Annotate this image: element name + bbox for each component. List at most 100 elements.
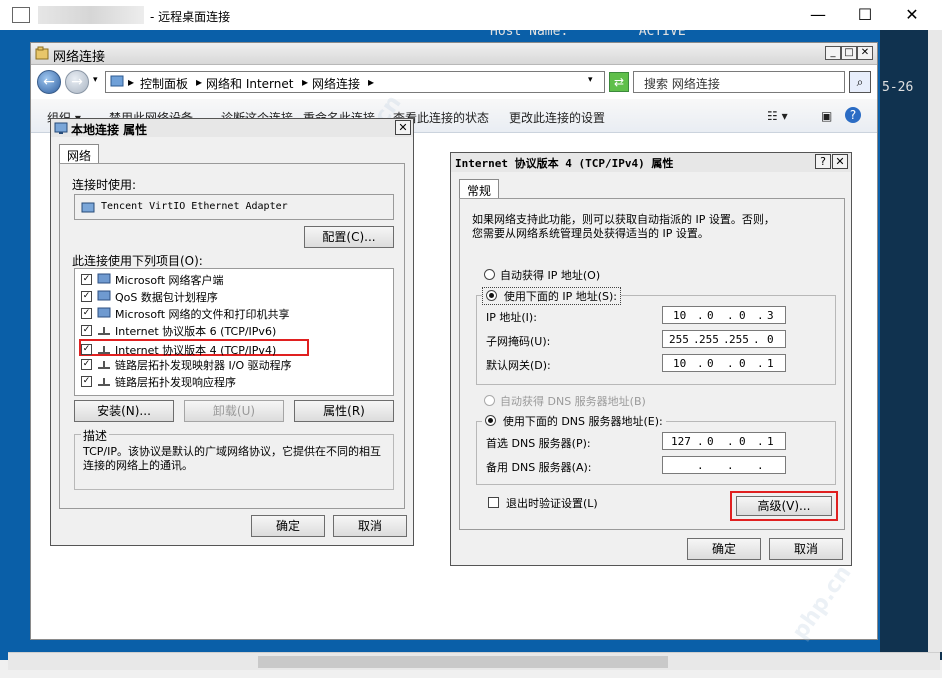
validate-checkbox[interactable]: [488, 497, 499, 508]
lprops-ok-button[interactable]: 确定: [251, 515, 325, 537]
view-options-icon[interactable]: ☷ ▾: [767, 109, 788, 123]
description-text: TCP/IP。该协议是默认的广域网络协议，它提供在不同的相互连接的网络上的通讯。: [83, 445, 381, 472]
manual-dns-radio[interactable]: [485, 415, 496, 426]
network-client-icon: [97, 273, 111, 284]
gateway-field[interactable]: 10. 0. 0. 1: [662, 354, 786, 372]
checkbox[interactable]: ✓: [81, 359, 92, 370]
install-button[interactable]: 安装(N)...: [74, 400, 174, 422]
network-tab-panel: 连接时使用: Tencent VirtIO Ethernet Adapter 配…: [59, 163, 405, 509]
help-icon[interactable]: ?: [845, 107, 861, 123]
net-minimize-button[interactable]: _: [825, 46, 841, 60]
ipv4-ok-button[interactable]: 确定: [687, 538, 761, 560]
list-item[interactable]: ✓ 链路层拓扑发现映射器 I/O 驱动程序: [81, 356, 399, 373]
lprops-cancel-button[interactable]: 取消: [333, 515, 407, 537]
auto-ip-radio[interactable]: [484, 269, 495, 280]
connect-using-label: 连接时使用:: [72, 178, 137, 192]
protocol-icon: [98, 378, 110, 386]
rdp-vertical-scrollbar[interactable]: [928, 30, 942, 652]
rdp-titlebar: - 远程桌面连接 — ☐ ✕: [0, 0, 942, 30]
rdp-horizontal-scrollbar[interactable]: [8, 652, 940, 670]
list-item[interactable]: ✓ QoS 数据包计划程序: [81, 288, 399, 305]
items-list: ✓ Microsoft 网络客户端 ✓ QoS 数据包计划程序 ✓ Microsoft…: [74, 268, 394, 396]
rdp-scroll-thumb[interactable]: [258, 656, 668, 668]
list-item[interactable]: ✓ Internet 协议版本 6 (TCP/IPv6): [81, 322, 399, 339]
net-maximize-button[interactable]: □: [841, 46, 857, 60]
manual-ip-option[interactable]: 使用下面的 IP 地址(S):: [482, 287, 621, 305]
properties-button[interactable]: 属性(R): [294, 400, 394, 422]
history-chevron-icon[interactable]: ▾: [93, 75, 98, 85]
network-folder-icon: [35, 46, 49, 60]
network-window-title: 网络连接: [53, 50, 106, 65]
breadcrumb-control-panel[interactable]: 控制面板: [140, 75, 188, 92]
auto-dns-label: 自动获得 DNS 服务器地址(B): [500, 395, 646, 408]
search-input[interactable]: 搜索 网络连接: [633, 71, 845, 93]
manual-dns-group: [476, 421, 836, 485]
list-item[interactable]: ✓ 链路层拓扑发现响应程序: [81, 373, 399, 390]
address-dropdown-icon[interactable]: ▾: [588, 75, 593, 85]
network-adapter-icon: [54, 122, 68, 134]
toolbar-change-settings[interactable]: 更改此连接的设置: [509, 109, 605, 126]
ipv4-help-button[interactable]: ?: [815, 154, 831, 169]
uninstall-button[interactable]: 卸载(U): [184, 400, 284, 422]
file-sharing-icon: [97, 307, 111, 318]
ip-address-field[interactable]: 10. 0. 0. 3: [662, 306, 786, 324]
search-placeholder: 搜索 网络连接: [644, 77, 720, 91]
breadcrumb-network-internet[interactable]: 网络和 Internet: [206, 75, 293, 92]
back-arrow-icon[interactable]: ←: [37, 70, 61, 94]
items-label: 此连接使用下列项目(O):: [72, 254, 203, 268]
maximize-button[interactable]: ☐: [842, 0, 888, 30]
list-item[interactable]: ✓ Microsoft 网络的文件和打印机共享: [81, 305, 399, 322]
auto-dns-radio[interactable]: [484, 395, 495, 406]
net-close-button[interactable]: ✕: [857, 46, 873, 60]
configure-button[interactable]: 配置(C)...: [304, 226, 394, 248]
ipv4-cancel-button[interactable]: 取消: [769, 538, 843, 560]
lprops-title: 本地连接 属性: [71, 123, 148, 137]
console-date-fragment: 5-26: [882, 80, 914, 95]
manual-dns-label: 使用下面的 DNS 服务器地址(E):: [502, 415, 663, 428]
checkbox[interactable]: ✓: [81, 344, 92, 355]
close-button[interactable]: ✕: [889, 0, 935, 30]
alternate-dns-field[interactable]: . . .: [662, 456, 786, 474]
description-group: 描述 TCP/IP。该协议是默认的广域网络协议，它提供在不同的相互连接的网络上的…: [74, 427, 394, 490]
protocol-icon: [98, 346, 110, 354]
auto-ip-label: 自动获得 IP 地址(O): [500, 269, 601, 282]
forward-arrow-icon[interactable]: →: [65, 70, 89, 94]
lprops-close-button[interactable]: ✕: [395, 120, 411, 135]
subnet-mask-label: 子网掩码(U):: [486, 335, 551, 348]
validate-label: 退出时验证设置(L): [506, 497, 598, 510]
manual-dns-option[interactable]: 使用下面的 DNS 服务器地址(E):: [482, 413, 666, 429]
minimize-button[interactable]: —: [795, 0, 841, 30]
adapter-icon: [81, 202, 95, 213]
control-panel-icon: [110, 74, 124, 91]
subnet-mask-field[interactable]: 255. 255. 255. 0: [662, 330, 786, 348]
ipv4-close-button[interactable]: ✕: [832, 154, 848, 169]
adapter-name: Tencent VirtIO Ethernet Adapter: [101, 201, 288, 212]
rdp-title: - 远程桌面连接: [150, 10, 231, 24]
checkbox[interactable]: ✓: [81, 376, 92, 387]
advanced-button[interactable]: 高级(V)...: [736, 496, 832, 516]
manual-ip-radio[interactable]: [486, 290, 497, 301]
local-connection-properties-dialog: 本地连接 属性 ✕ 网络 连接时使用: Tencent VirtIO Ether…: [50, 118, 414, 546]
preferred-dns-field[interactable]: 127. 0. 0. 1: [662, 432, 786, 450]
rdp-app-icon: [12, 7, 30, 23]
address-bar[interactable]: ▸ 控制面板 ▸ 网络和 Internet ▸ 网络连接 ▸ ▾: [105, 71, 605, 93]
general-tab-panel: 如果网络支持此功能，则可以获取自动指派的 IP 设置。否则， 您需要从网络系统管…: [459, 198, 845, 530]
ipv4-properties-dialog: Internet 协议版本 4 (TCP/IPv4) 属性 ? ✕ 常规 如果网…: [450, 152, 852, 566]
gateway-label: 默认网关(D):: [486, 359, 551, 372]
checkbox[interactable]: ✓: [81, 291, 92, 302]
address-row: ← → ▾ ▸ 控制面板 ▸ 网络和 Internet ▸ 网络连接 ▸ ▾ ⇄: [37, 69, 873, 97]
protocol-icon: [98, 361, 110, 369]
search-icon[interactable]: ⌕: [849, 71, 871, 93]
list-item-ipv4-selected[interactable]: ✓ Internet 协议版本 4 (TCP/IPv4): [79, 339, 309, 357]
network-window-titlebar: 网络连接 _ □ ✕: [31, 43, 877, 65]
ip-address-label: IP 地址(I):: [486, 311, 537, 324]
list-item[interactable]: ✓ Microsoft 网络客户端: [81, 271, 399, 288]
preview-pane-icon[interactable]: ▣: [821, 109, 832, 123]
console-host-line: Host Name: ACTIVE: [490, 30, 686, 39]
breadcrumb-network-connections[interactable]: 网络连接: [312, 75, 360, 92]
lprops-titlebar: 本地连接 属性 ✕: [51, 119, 413, 137]
checkbox[interactable]: ✓: [81, 274, 92, 285]
checkbox[interactable]: ✓: [81, 325, 92, 336]
refresh-icon[interactable]: ⇄: [609, 72, 629, 92]
checkbox[interactable]: ✓: [81, 308, 92, 319]
